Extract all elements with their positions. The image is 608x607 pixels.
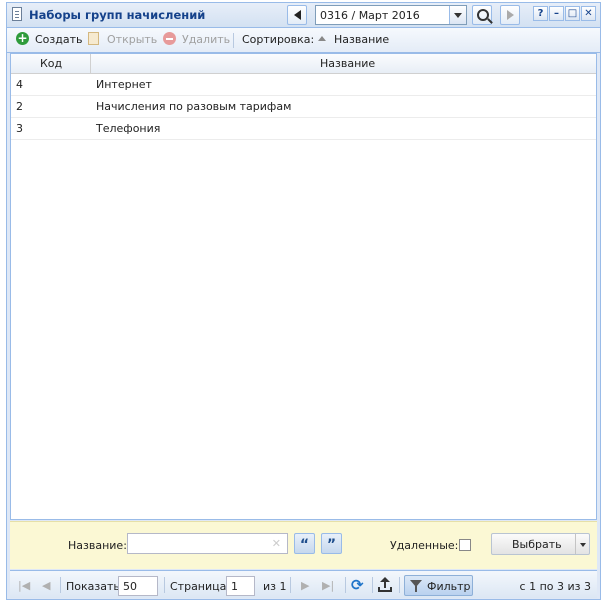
open-quote-button[interactable]: “ bbox=[294, 533, 315, 554]
sort-asc-icon bbox=[318, 36, 326, 41]
open-label: Открыть bbox=[107, 33, 158, 46]
period-value: 0316 / Март 2016 bbox=[320, 9, 420, 22]
create-label: Создать bbox=[35, 33, 83, 46]
table-row[interactable]: 3 Телефония bbox=[11, 118, 596, 140]
page-size-label: Показать bbox=[66, 580, 120, 593]
column-header-name[interactable]: Название bbox=[320, 57, 375, 70]
prev-period-button[interactable] bbox=[287, 5, 307, 25]
data-grid: Код Название 4 Интернет 2 Начисления по … bbox=[10, 53, 597, 520]
pager-divider bbox=[345, 577, 346, 593]
name-filter-label: Название: bbox=[68, 539, 127, 552]
paging-info: с 1 по 3 из 3 bbox=[519, 580, 591, 593]
delete-button[interactable]: Удалить bbox=[163, 32, 231, 46]
cell-name: Интернет bbox=[96, 78, 152, 91]
help-button[interactable]: ? bbox=[533, 6, 548, 21]
last-page-icon[interactable]: ▶| bbox=[322, 579, 334, 592]
sort-field-button[interactable]: Название bbox=[318, 33, 390, 46]
arrow-left-icon bbox=[294, 10, 301, 20]
grid-header: Код Название bbox=[11, 54, 596, 74]
close-button[interactable]: ✕ bbox=[581, 6, 596, 21]
window: Наборы групп начислений 0316 / Март 2016… bbox=[6, 2, 601, 600]
table-row[interactable]: 2 Начисления по разовым тарифам bbox=[11, 96, 596, 118]
page-count: из 1 bbox=[263, 580, 287, 593]
next-period-button[interactable] bbox=[500, 5, 520, 25]
cell-name: Телефония bbox=[96, 122, 161, 135]
pager-divider bbox=[372, 577, 373, 593]
close-icon: ✕ bbox=[584, 8, 593, 19]
title-bar: Наборы групп начислений 0316 / Март 2016… bbox=[7, 3, 600, 28]
filter-button[interactable]: Фильтр bbox=[404, 575, 473, 596]
page-size-input[interactable]: 50 bbox=[118, 576, 158, 596]
sort-field-label: Название bbox=[334, 33, 390, 46]
clear-icon[interactable]: ✕ bbox=[272, 537, 281, 550]
minimize-button[interactable]: – bbox=[549, 6, 564, 21]
open-quote-icon: “ bbox=[299, 537, 310, 553]
maximize-button[interactable]: □ bbox=[565, 6, 580, 21]
close-quote-icon: ” bbox=[326, 537, 337, 553]
search-icon bbox=[477, 9, 489, 21]
pagination-bar: |◀ ◀ Показать 50 Страница 1 из 1 ▶ ▶| ⟳ … bbox=[10, 570, 597, 598]
cell-name: Начисления по разовым тарифам bbox=[96, 100, 292, 113]
filter-panel: Название: ✕ “ ” Удаленные: Выбрать bbox=[10, 521, 597, 569]
arrow-right-icon bbox=[507, 10, 514, 20]
chevron-down-icon[interactable] bbox=[449, 6, 466, 24]
deleted-label: Удаленные: bbox=[390, 539, 459, 552]
refresh-icon[interactable]: ⟳ bbox=[351, 577, 367, 593]
pager-divider bbox=[164, 577, 165, 593]
cell-code: 2 bbox=[16, 100, 23, 113]
delete-icon bbox=[163, 32, 176, 45]
column-divider bbox=[90, 54, 91, 73]
export-icon[interactable] bbox=[377, 577, 393, 593]
create-button[interactable]: + Создать bbox=[16, 32, 83, 46]
minimize-icon: – bbox=[554, 8, 559, 19]
document-icon bbox=[12, 7, 22, 21]
close-quote-button[interactable]: ” bbox=[321, 533, 342, 554]
cell-code: 4 bbox=[16, 78, 23, 91]
period-select[interactable]: 0316 / Март 2016 bbox=[315, 5, 467, 25]
pager-divider bbox=[60, 577, 61, 593]
page-size-value: 50 bbox=[123, 580, 137, 593]
page-label: Страница bbox=[170, 580, 227, 593]
window-title: Наборы групп начислений bbox=[29, 8, 206, 22]
select-button-label: Выбрать bbox=[512, 538, 562, 551]
first-page-icon[interactable]: |◀ bbox=[18, 579, 30, 592]
select-button[interactable]: Выбрать bbox=[491, 533, 590, 555]
pager-divider bbox=[290, 577, 291, 593]
next-page-icon[interactable]: ▶ bbox=[301, 579, 309, 592]
maximize-icon: □ bbox=[567, 8, 578, 19]
filter-icon bbox=[410, 580, 422, 592]
filter-button-label: Фильтр bbox=[427, 580, 471, 593]
page-input[interactable]: 1 bbox=[226, 576, 255, 596]
cell-code: 3 bbox=[16, 122, 23, 135]
table-row[interactable]: 4 Интернет bbox=[11, 74, 596, 96]
open-icon bbox=[88, 32, 99, 45]
pager-divider bbox=[399, 577, 400, 593]
toolbar: + Создать Открыть Удалить Сортировка: На… bbox=[7, 28, 600, 53]
chevron-down-icon[interactable] bbox=[580, 543, 586, 547]
plus-icon: + bbox=[16, 31, 29, 45]
delete-label: Удалить bbox=[182, 33, 231, 46]
search-period-button[interactable] bbox=[472, 5, 492, 25]
name-filter-input[interactable]: ✕ bbox=[127, 533, 288, 554]
toolbar-divider bbox=[233, 33, 234, 48]
split-divider bbox=[575, 534, 576, 554]
deleted-checkbox[interactable] bbox=[459, 539, 471, 551]
sort-label: Сортировка: bbox=[242, 33, 315, 46]
open-button[interactable]: Открыть bbox=[88, 32, 158, 46]
page-value: 1 bbox=[231, 580, 238, 593]
column-header-code[interactable]: Код bbox=[40, 57, 62, 70]
prev-page-icon[interactable]: ◀ bbox=[42, 579, 50, 592]
